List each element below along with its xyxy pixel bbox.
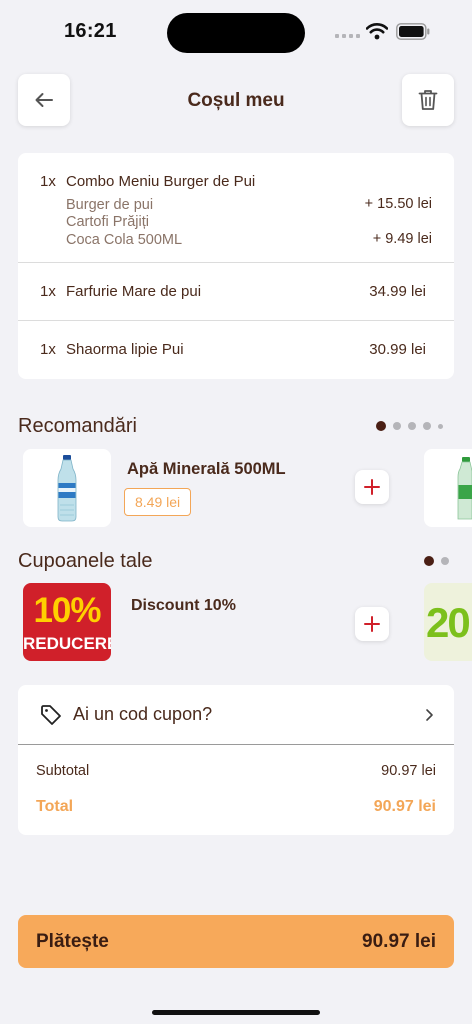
apply-coupon-button[interactable] [355,607,389,641]
coupon-code-row[interactable]: Ai un cod cupon? [18,685,454,745]
page-dot[interactable] [376,421,386,431]
plus-icon [364,616,380,632]
page-dot[interactable] [393,422,401,430]
next-product-image[interactable] [424,449,472,527]
recommendations-title: Recomandări [18,415,137,437]
clear-cart-button[interactable] [402,74,454,126]
cart-items-card: 1x Combo Meniu Burger de Pui Burger de p… [18,153,454,379]
wifi-icon [366,23,388,40]
coupons-page-indicator[interactable] [424,556,449,566]
home-indicator[interactable] [152,1010,320,1015]
item-price: 30.99 lei [369,341,426,358]
product-price-badge: 8.49 lei [124,488,192,516]
water-bottle-image [457,457,472,520]
item-name: Shaorma lipie Pui [66,341,184,358]
coupon-image-label: REDUCERE [23,634,111,653]
page-dot[interactable] [441,557,449,565]
product-name: Apă Minerală 500ML [127,460,286,478]
coupon-image[interactable]: 10% REDUCERE [23,583,111,661]
next-coupon-image-text: 20 [426,599,471,646]
coupons-title: Cupoanele tale [18,550,153,572]
item-name: Combo Meniu Burger de Pui [66,173,256,190]
coupon-name: Discount 10% [131,597,236,614]
item-option: Burger de pui [66,197,154,213]
summary-divider [18,744,454,745]
tag-icon [41,705,61,725]
item-quantity: 1x [40,341,56,358]
chevron-right-icon [426,709,433,721]
page-dot[interactable] [408,422,416,430]
item-option-price: + 15.50 lei [364,196,432,212]
subtotal-value: 90.97 lei [381,763,436,779]
item-price: 34.99 lei [369,283,426,300]
product-image[interactable] [23,449,111,527]
coupon-image-percent: 10% [33,591,101,630]
plus-icon [364,479,380,495]
status-time: 16:21 [64,20,117,42]
battery-icon [396,23,430,40]
coupon-code-prompt: Ai un cod cupon? [73,704,213,724]
pay-button-label: Plătește [36,931,109,952]
cart-item[interactable]: 1x Farfurie Mare de pui 34.99 lei [18,263,454,321]
pay-button-amount: 90.97 lei [362,931,436,952]
dynamic-island [167,13,305,53]
water-bottle-image [57,455,77,522]
pay-button[interactable]: Plătește 90.97 lei [18,915,454,968]
next-coupon-image[interactable]: 20 [424,583,472,661]
item-option: Coca Cola 500ML [66,232,183,248]
page-dot[interactable] [438,423,443,429]
item-option-price: + 9.49 lei [372,231,432,247]
cart-item[interactable]: 1x Combo Meniu Burger de Pui Burger de p… [18,153,454,263]
cart-item[interactable]: 1x Shaorma lipie Pui 30.99 lei [18,321,454,379]
item-quantity: 1x [40,283,56,300]
order-summary-card: Ai un cod cupon? Subtotal 90.97 lei Tota… [18,685,454,835]
cellular-signal-icon [335,34,360,38]
item-quantity: 1x [40,173,56,190]
total-value: 90.97 lei [373,798,436,815]
trash-icon [418,90,438,110]
item-option: Cartofi Prăjiți [66,214,149,230]
item-name: Farfurie Mare de pui [66,283,202,300]
page-dot[interactable] [424,556,434,566]
subtotal-label: Subtotal [36,763,90,779]
add-product-button[interactable] [355,470,389,504]
page-dot[interactable] [423,422,431,430]
recommendations-page-indicator[interactable] [376,421,443,431]
total-label: Total [36,798,74,815]
